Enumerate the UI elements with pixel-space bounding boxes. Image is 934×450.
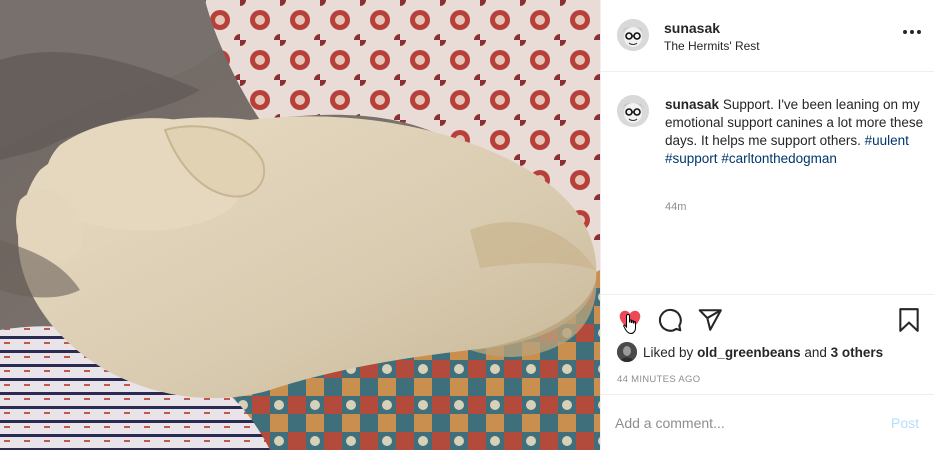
liked-by-prefix: Liked by bbox=[643, 344, 694, 360]
post-timestamp[interactable]: 44 MINUTES AGO bbox=[617, 374, 700, 385]
paper-plane-icon[interactable] bbox=[697, 307, 723, 333]
comment-bubble-icon[interactable] bbox=[657, 307, 683, 333]
header-location[interactable]: The Hermits' Rest bbox=[664, 39, 760, 53]
avatar-image bbox=[617, 342, 637, 362]
avatar-image bbox=[617, 95, 649, 127]
post-side-panel: sunasak The Hermits' Rest sunasak Suppor… bbox=[600, 0, 934, 450]
likes-summary: Liked by old_greenbeans and 3 others bbox=[617, 342, 883, 362]
more-horizontal-icon[interactable] bbox=[903, 28, 921, 36]
dot bbox=[917, 30, 921, 34]
dot bbox=[910, 30, 914, 34]
avatar[interactable] bbox=[617, 95, 649, 127]
caption-username[interactable]: sunasak bbox=[665, 97, 719, 112]
liked-by-and: and bbox=[804, 344, 827, 360]
hashtag-link[interactable]: #support bbox=[665, 151, 718, 166]
avatar[interactable] bbox=[617, 342, 637, 362]
post-header: sunasak The Hermits' Rest bbox=[601, 0, 934, 72]
caption-time[interactable]: 44m bbox=[665, 201, 686, 213]
caption-text: sunasak Support. I've been leaning on my… bbox=[665, 96, 925, 168]
avatar[interactable] bbox=[617, 19, 649, 51]
caption-area: sunasak Support. I've been leaning on my… bbox=[601, 72, 934, 294]
hashtag-link[interactable]: #uulent bbox=[865, 133, 909, 148]
liked-by-user[interactable]: old_greenbeans bbox=[697, 345, 801, 360]
dot bbox=[903, 30, 907, 34]
header-username[interactable]: sunasak bbox=[664, 20, 720, 36]
liked-by-others[interactable]: 3 others bbox=[831, 345, 884, 360]
post-actions: Liked by old_greenbeans and 3 others 44 … bbox=[601, 294, 934, 394]
heart-filled-icon[interactable] bbox=[617, 307, 643, 333]
comment-input[interactable] bbox=[615, 413, 875, 433]
hashtag-link[interactable]: #carltonthedogman bbox=[721, 151, 837, 166]
avatar-image bbox=[617, 19, 649, 51]
post-photo[interactable] bbox=[0, 0, 600, 450]
post-comment-button[interactable]: Post bbox=[891, 415, 919, 431]
bookmark-icon[interactable] bbox=[896, 307, 922, 333]
add-comment-section: Post bbox=[601, 394, 934, 450]
dog-photo-image bbox=[0, 0, 600, 450]
